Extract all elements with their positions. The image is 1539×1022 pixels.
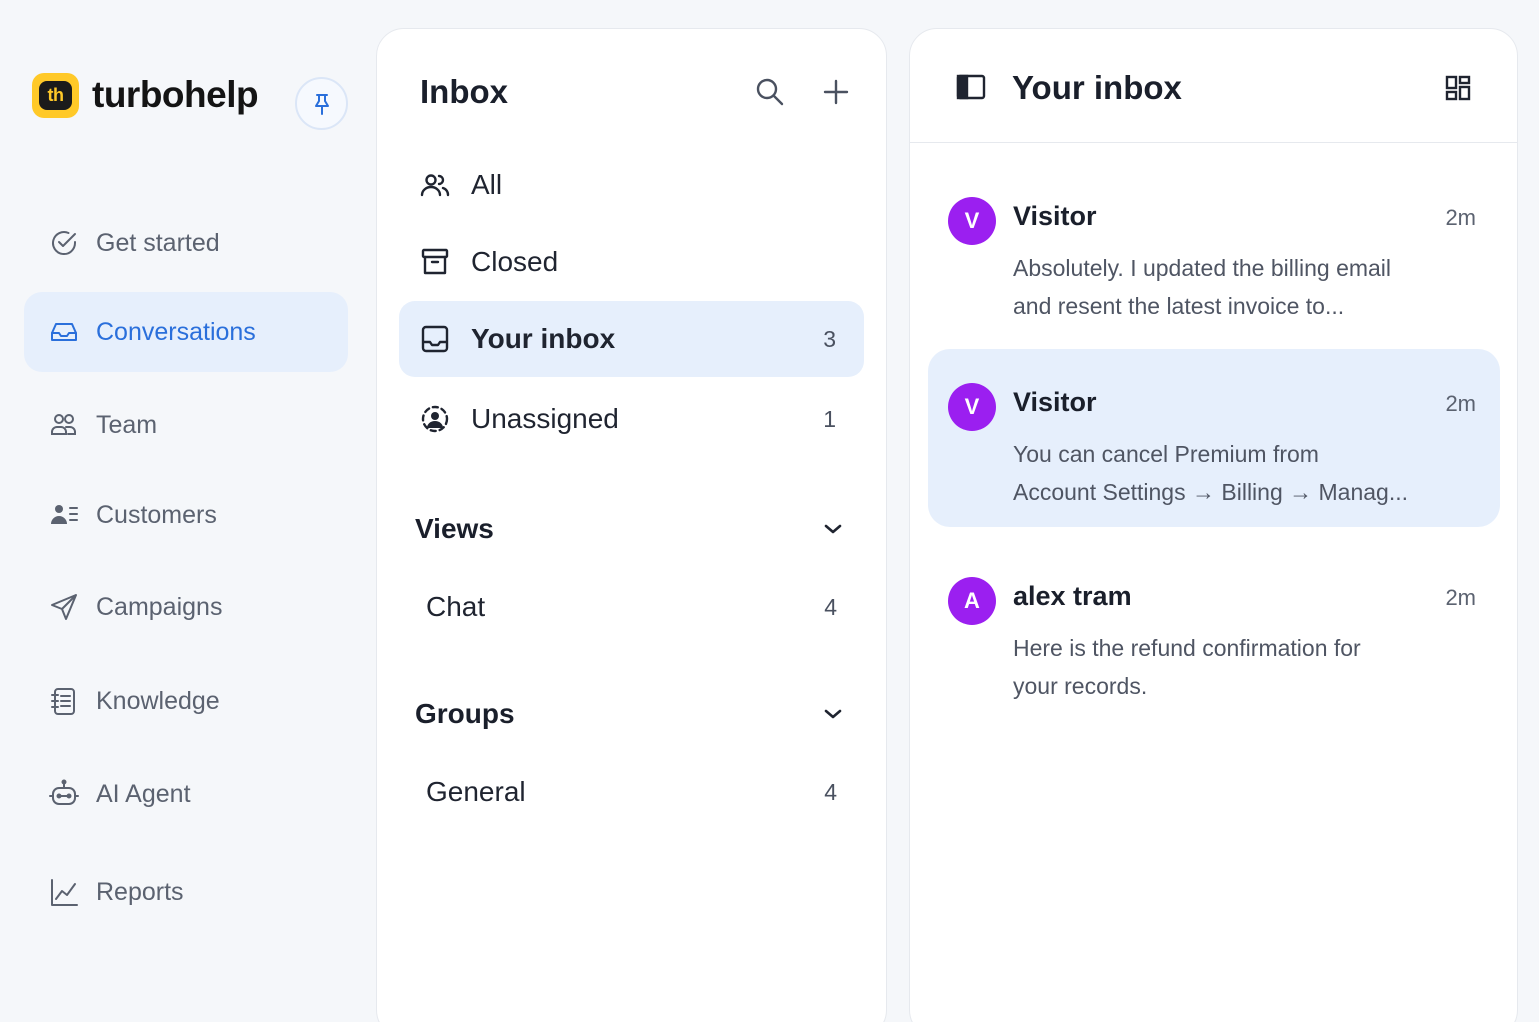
conversation-list-header: Your inbox (910, 29, 1517, 143)
sidebar-item-label: Customers (96, 500, 217, 529)
inbox-item-your-inbox[interactable]: Your inbox 3 (399, 301, 864, 377)
view-item-count: 4 (824, 593, 837, 620)
send-icon (48, 591, 80, 623)
sidebar-item-ai-agent[interactable]: AI Agent (24, 754, 348, 834)
pin-sidebar-button[interactable] (295, 77, 348, 130)
sidebar-item-label: Reports (96, 877, 184, 906)
plus-icon (823, 79, 849, 105)
chevron-down-icon (824, 524, 842, 534)
customers-icon (48, 499, 80, 531)
preview-line: Here is the refund confirmation for (1013, 635, 1361, 661)
sidebar-item-get-started[interactable]: Get started (24, 203, 348, 283)
archive-icon (419, 246, 451, 278)
chart-line-icon (48, 876, 80, 908)
inbox-item-count: 1 (823, 405, 836, 432)
conversation-preview: Absolutely. I updated the billing email … (1013, 249, 1453, 325)
robot-icon (48, 778, 80, 810)
app-root: th turbohelp Get started Conversations T… (0, 0, 1539, 1022)
inbox-item-closed[interactable]: Closed (399, 224, 864, 300)
sidebar-item-reports[interactable]: Reports (24, 852, 348, 932)
sidebar-item-label: Knowledge (96, 686, 220, 715)
preview-line: your records. (1013, 673, 1148, 699)
search-icon (756, 78, 784, 106)
avatar: A (948, 577, 996, 625)
sidebar-item-label: AI Agent (96, 779, 191, 808)
preview-line: You can cancel Premium from (1013, 441, 1319, 467)
sidebar-item-label: Campaigns (96, 592, 223, 621)
sidebar-item-label: Conversations (96, 317, 256, 346)
sidebar-item-campaigns[interactable]: Campaigns (24, 567, 348, 647)
search-button[interactable] (753, 75, 787, 109)
logo-text: th (39, 80, 72, 110)
notebook-icon (48, 685, 80, 717)
conversation-time: 2m (1445, 391, 1476, 416)
sidebar-item-customers[interactable]: Customers (24, 475, 348, 555)
preview-line: and resent the latest invoice to... (1013, 293, 1345, 319)
conversation-name: Visitor (1013, 387, 1097, 417)
chevron-down-icon (824, 709, 842, 719)
inbox-item-label: Closed (471, 246, 559, 277)
views-section-toggle[interactable]: Views (415, 509, 843, 549)
sidebar-item-knowledge[interactable]: Knowledge (24, 661, 348, 741)
groups-section-toggle[interactable]: Groups (415, 694, 843, 734)
sidebar-item-label: Team (96, 410, 158, 439)
inbox-item-label: Unassigned (471, 403, 619, 434)
inbox-item-all[interactable]: All (399, 147, 864, 223)
add-button[interactable] (819, 75, 853, 109)
inbox-panel: Inbox All Closed Your inbox 3 Unassigned… (376, 28, 887, 1022)
brand-name: turbohelp (92, 74, 259, 115)
sidebar-item-team[interactable]: Team (24, 385, 348, 465)
sidebar-item-conversations[interactable]: Conversations (24, 292, 348, 372)
inbox-icon (419, 323, 451, 355)
views-section-title: Views (415, 513, 494, 544)
preview-line: Absolutely. I updated the billing email (1013, 255, 1392, 281)
conversation-name: alex tram (1013, 581, 1132, 611)
inbox-item-unassigned[interactable]: Unassigned 1 (399, 381, 864, 457)
avatar: V (948, 197, 996, 245)
sidebar: th turbohelp Get started Conversations T… (0, 0, 372, 1022)
group-item-general[interactable]: General 4 (426, 772, 837, 812)
brand[interactable]: th turbohelp (32, 72, 259, 118)
pin-icon (314, 93, 329, 115)
sidebar-toggle-icon[interactable] (956, 72, 986, 102)
team-icon (48, 409, 80, 441)
inbox-item-label: All (471, 169, 503, 200)
conversation-item[interactable]: V Visitor 2m You can cancel Premium from… (928, 349, 1500, 527)
group-item-count: 4 (824, 778, 837, 805)
users-icon (419, 169, 451, 201)
inbox-panel-title: Inbox (420, 73, 508, 110)
groups-section-title: Groups (415, 698, 515, 729)
inbox-tray-icon (48, 316, 80, 348)
conversation-list-title: Your inbox (1012, 69, 1182, 106)
conversation-list-panel: Your inbox V Visitor 2m Absolutely. I up… (909, 28, 1518, 1022)
conversation-name: Visitor (1013, 201, 1097, 231)
inbox-item-label: Your inbox (471, 323, 616, 354)
avatar: V (948, 383, 996, 431)
conversation-preview: Here is the refund confirmation for your… (1013, 629, 1453, 705)
inbox-item-count: 3 (823, 325, 836, 352)
preview-line: Account Settings → Billing → Manag... (1013, 479, 1409, 505)
conversation-preview: You can cancel Premium from Account Sett… (1013, 435, 1453, 511)
layout-grid-icon[interactable] (1444, 74, 1472, 102)
logo: th (32, 72, 79, 118)
unassigned-icon (419, 403, 451, 435)
conversation-time: 2m (1445, 585, 1476, 610)
conversation-time: 2m (1445, 205, 1476, 230)
conversation-item[interactable]: V Visitor 2m Absolutely. I updated the b… (928, 163, 1500, 341)
sidebar-item-label: Get started (96, 228, 220, 257)
check-circle-icon (48, 227, 80, 259)
group-item-label: General (426, 776, 526, 807)
conversation-item[interactable]: A alex tram 2m Here is the refund confir… (928, 543, 1500, 721)
view-item-label: Chat (426, 591, 486, 622)
view-item-chat[interactable]: Chat 4 (426, 587, 837, 627)
